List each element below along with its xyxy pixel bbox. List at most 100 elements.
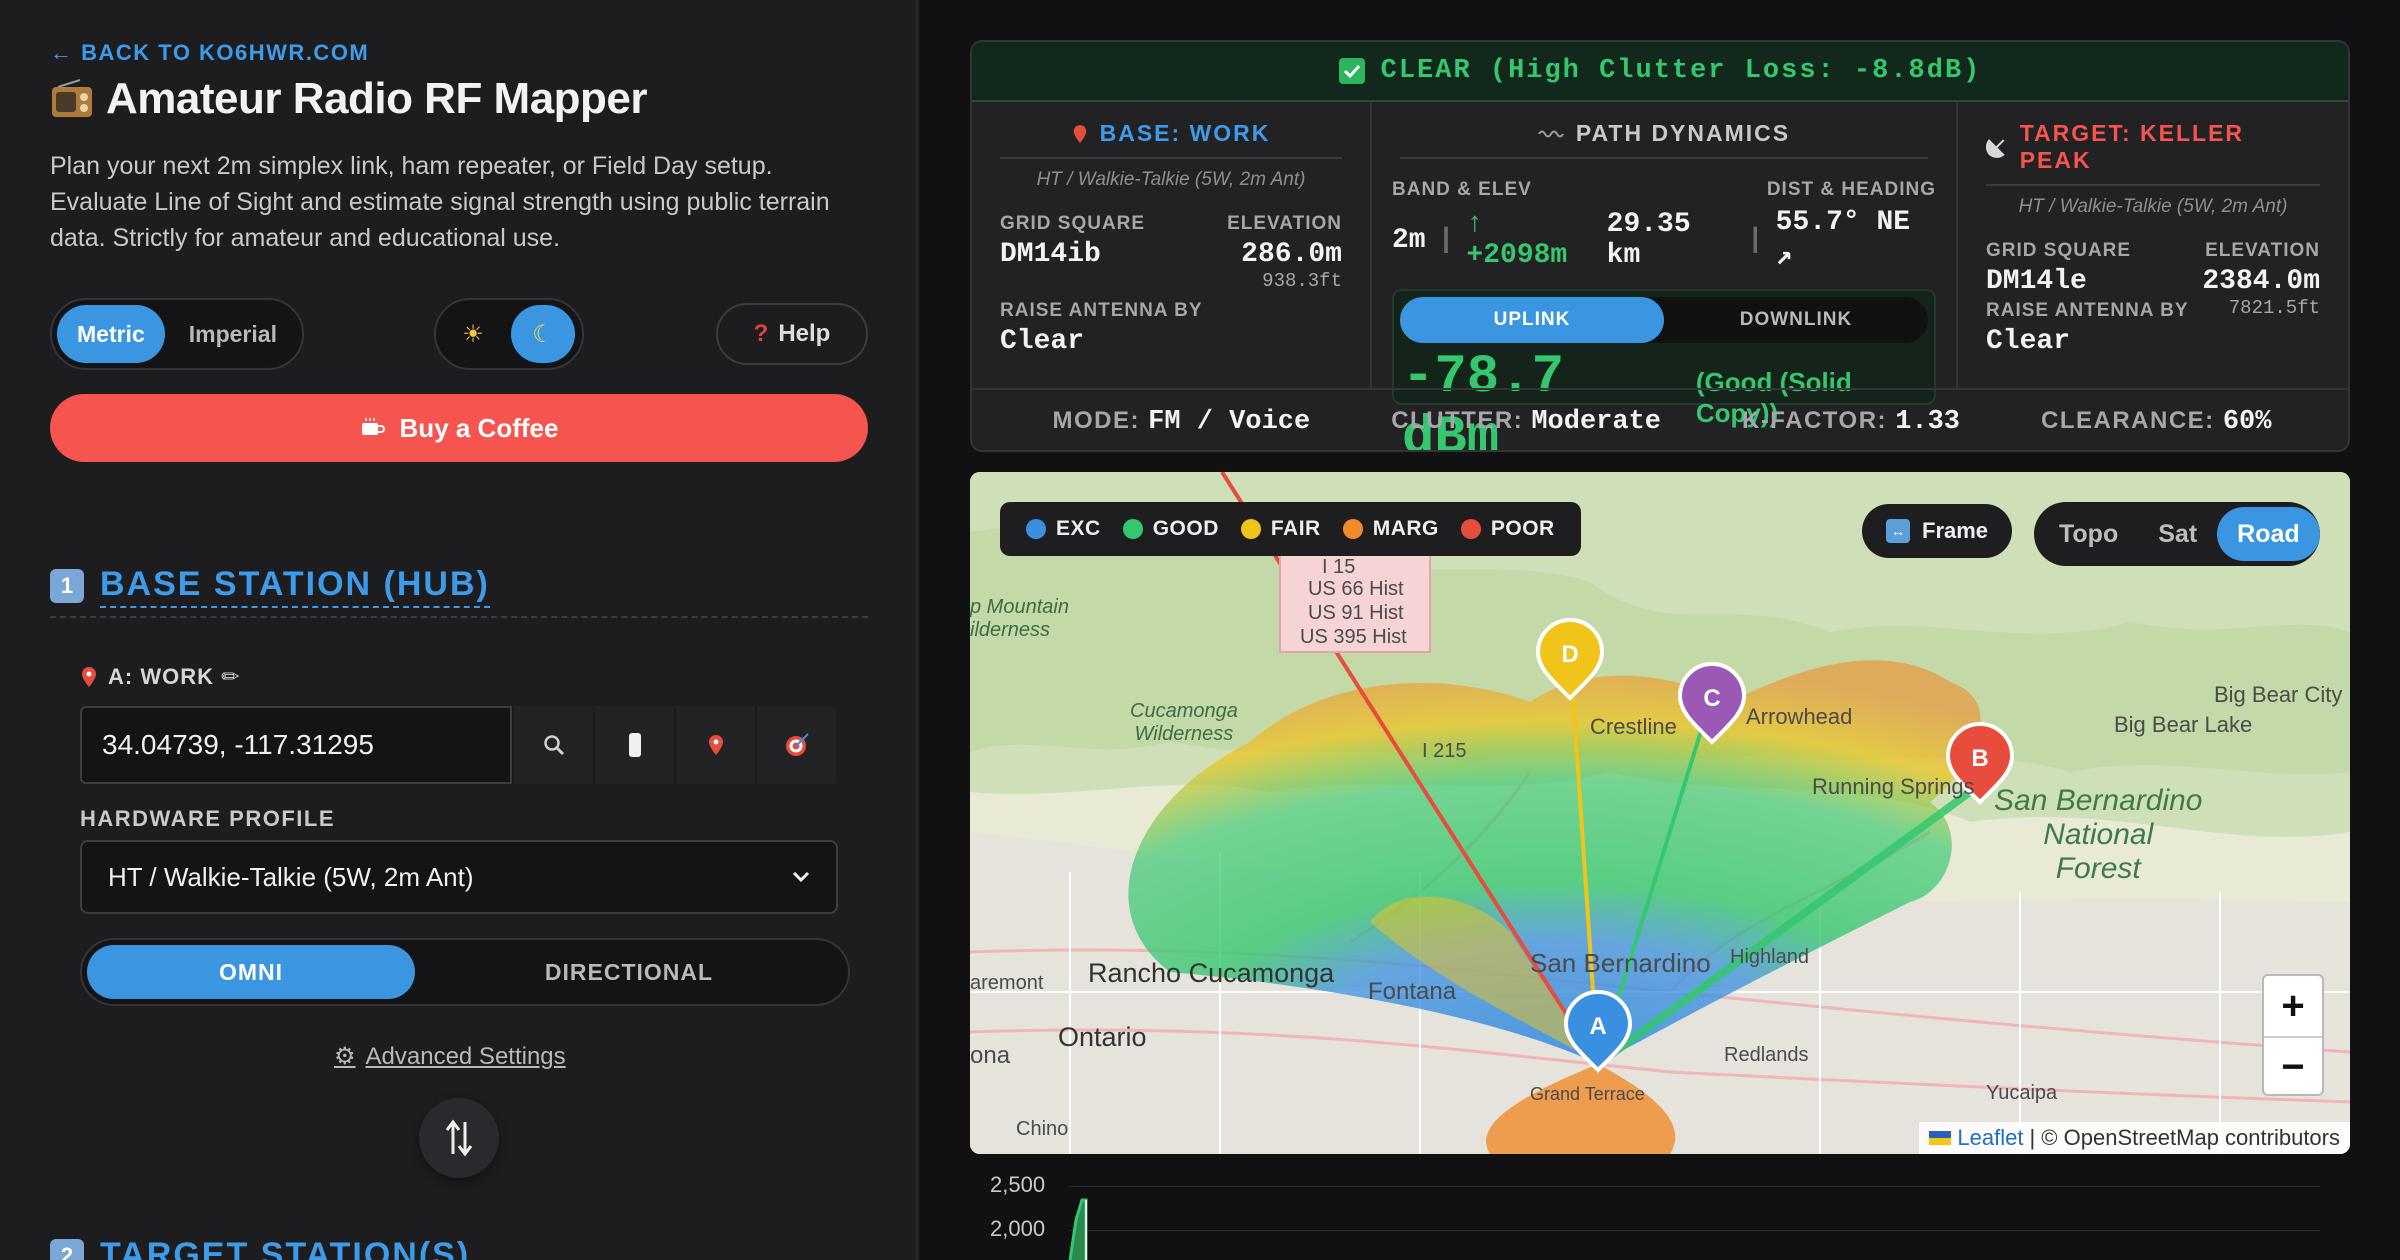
page-title: Amateur Radio RF Mapper xyxy=(50,74,648,124)
app-title-text: Amateur Radio RF Mapper xyxy=(106,74,648,123)
advanced-settings-link[interactable]: ⚙ Advanced Settings xyxy=(334,1042,566,1071)
map-label: I 15 xyxy=(1322,556,1356,578)
moon-icon: ☾ xyxy=(532,320,554,348)
target-icon xyxy=(785,733,809,756)
zoom-in-button[interactable]: + xyxy=(2264,976,2322,1036)
map-label: US 91 Hist xyxy=(1308,602,1404,624)
section-number-badge: 2 xyxy=(50,1238,84,1260)
swap-arrows-icon xyxy=(445,1119,473,1157)
raise-label: RAISE ANTENNA BY xyxy=(1000,300,1203,321)
my-location-button[interactable] xyxy=(593,706,674,784)
wave-icon xyxy=(1538,130,1564,137)
svg-text:A: A xyxy=(1589,1013,1606,1040)
layer-road[interactable]: Road xyxy=(2217,507,2320,561)
hardware-profile-select[interactable]: HT / Walkie-Talkie (5W, 2m Ant) xyxy=(80,840,838,914)
svg-text:B: B xyxy=(1971,745,1988,772)
map-label: Arrowhead xyxy=(1746,704,1853,729)
coverage-legend: EXC GOOD FAIR MARG POOR xyxy=(1000,502,1581,556)
path-values: 2m | ↑ +2098m 29.35 km | 55.7° NE ↗ xyxy=(1392,207,1936,273)
elevation-label: ELEVATION xyxy=(2205,240,2320,261)
gridline xyxy=(1070,1186,2320,1187)
directional-option[interactable]: DIRECTIONAL xyxy=(415,945,843,999)
map-label: Big Bear City xyxy=(2214,682,2343,707)
svg-text:C: C xyxy=(1703,685,1720,712)
zoom-control: + − xyxy=(2262,974,2324,1096)
coordinate-input[interactable] xyxy=(80,706,512,784)
map-attribution: Leaflet | © OpenStreetMap contributors xyxy=(1919,1122,2350,1154)
theme-toggle: ☀ ☾ xyxy=(434,298,584,370)
help-button[interactable]: ? Help xyxy=(716,303,868,365)
pin-icon xyxy=(1073,124,1086,143)
base-header: BASE: WORK xyxy=(1000,120,1342,159)
back-link[interactable]: ← BACK TO KO6HWR.COM xyxy=(50,40,369,66)
layer-topo[interactable]: Topo xyxy=(2039,507,2138,561)
map-label: San Bernardino National Forest xyxy=(1994,784,2203,885)
map-label: San Bernardino xyxy=(1530,948,1711,978)
uplink-option[interactable]: UPLINK xyxy=(1400,297,1664,343)
frame-label: Frame xyxy=(1922,518,1989,543)
units-metric-option[interactable]: Metric xyxy=(57,305,165,363)
k-factor-param: K-FACTOR: 1.33 xyxy=(1741,407,1961,437)
station-a-label: A: WORK ✏ xyxy=(80,664,241,690)
svg-text:D: D xyxy=(1561,641,1578,668)
pick-on-map-button[interactable] xyxy=(674,706,755,784)
legend-label: GOOD xyxy=(1152,517,1219,540)
y-tick-label: 2,500 xyxy=(990,1172,1046,1197)
gridline xyxy=(1070,1230,2320,1231)
map-layer-toggle: Topo Sat Road xyxy=(2034,502,2320,566)
advanced-settings-label: Advanced Settings xyxy=(365,1042,566,1070)
coverage-map[interactable]: A B C D I 15 US 66 Hist US 91 Hist US 39… xyxy=(970,472,2350,1154)
base-title: BASE: WORK xyxy=(1099,120,1271,146)
elev-gain-value: ↑ +2098m xyxy=(1466,209,1568,271)
legend-swatch xyxy=(1460,519,1481,539)
grid-label: GRID SQUARE xyxy=(1986,240,2132,261)
target-button[interactable] xyxy=(755,706,836,784)
hardware-profile-value: HT / Walkie-Talkie (5W, 2m Ant) xyxy=(108,861,474,892)
base-column: BASE: WORK HT / Walkie-Talkie (5W, 2m An… xyxy=(972,102,1372,388)
search-location-button[interactable] xyxy=(512,706,593,784)
section-number-badge: 1 xyxy=(50,569,84,603)
attribution-text: | © OpenStreetMap contributors xyxy=(2029,1125,2340,1150)
radio-icon xyxy=(52,79,92,117)
terrain-profile-line xyxy=(1068,1198,1088,1260)
elevation-profile-chart: 2,500 2,000 xyxy=(970,1160,2350,1260)
buy-coffee-button[interactable]: Buy a Coffee xyxy=(50,394,868,462)
leaflet-link[interactable]: Leaflet xyxy=(1957,1125,2023,1151)
dark-theme-option[interactable]: ☾ xyxy=(511,305,575,363)
omni-option[interactable]: OMNI xyxy=(87,945,415,999)
legend-label: MARG xyxy=(1372,517,1439,540)
frame-button[interactable]: ↔ Frame xyxy=(1862,504,2013,558)
map-label: Grand Terrace xyxy=(1530,1084,1645,1104)
map-label: Ontario xyxy=(1058,1022,1147,1052)
distance-value: 29.35 km xyxy=(1606,209,1691,271)
target-grid-value: DM14le xyxy=(1986,266,2087,297)
map-label: Yucaipa xyxy=(1986,1082,2058,1104)
target-raise-value: Clear xyxy=(1986,326,2071,357)
zoom-out-button[interactable]: − xyxy=(2264,1036,2322,1094)
swap-stations-button[interactable] xyxy=(419,1098,499,1178)
map-label: ona xyxy=(970,1042,1011,1069)
path-header: PATH DYNAMICS xyxy=(1400,120,1928,159)
units-imperial-option[interactable]: Imperial xyxy=(169,305,297,363)
map-label: Fontana xyxy=(1368,978,1457,1005)
antenna-mode-toggle: OMNI DIRECTIONAL xyxy=(80,938,850,1006)
status-text: CLEAR (High Clutter Loss: -8.8dB) xyxy=(1380,56,1982,86)
base-station-title: BASE STATION (HUB) xyxy=(100,565,490,608)
results-panel: CLEAR (High Clutter Loss: -8.8dB) BASE: … xyxy=(920,0,2400,1260)
question-icon: ? xyxy=(753,320,769,347)
help-label: Help xyxy=(778,320,831,347)
downlink-option[interactable]: DOWNLINK xyxy=(1664,297,1928,343)
layer-sat[interactable]: Sat xyxy=(2138,507,2217,561)
legend-swatch xyxy=(1026,519,1046,539)
map-label: Rancho Cucamonga xyxy=(1088,958,1335,988)
elevation-label: ELEVATION xyxy=(1227,213,1342,234)
light-theme-option[interactable]: ☀ xyxy=(441,305,505,363)
base-station-header: 1 BASE STATION (HUB) xyxy=(50,556,868,618)
map-pin-icon xyxy=(708,735,723,755)
coffee-label: Buy a Coffee xyxy=(399,412,559,443)
legend-item: GOOD xyxy=(1122,517,1219,541)
gear-icon: ⚙ xyxy=(334,1043,356,1070)
link-result-card: CLEAR (High Clutter Loss: -8.8dB) BASE: … xyxy=(970,40,2350,452)
station-a-name[interactable]: A: WORK ✏ xyxy=(108,664,241,690)
map-label: Redlands xyxy=(1724,1044,1809,1066)
